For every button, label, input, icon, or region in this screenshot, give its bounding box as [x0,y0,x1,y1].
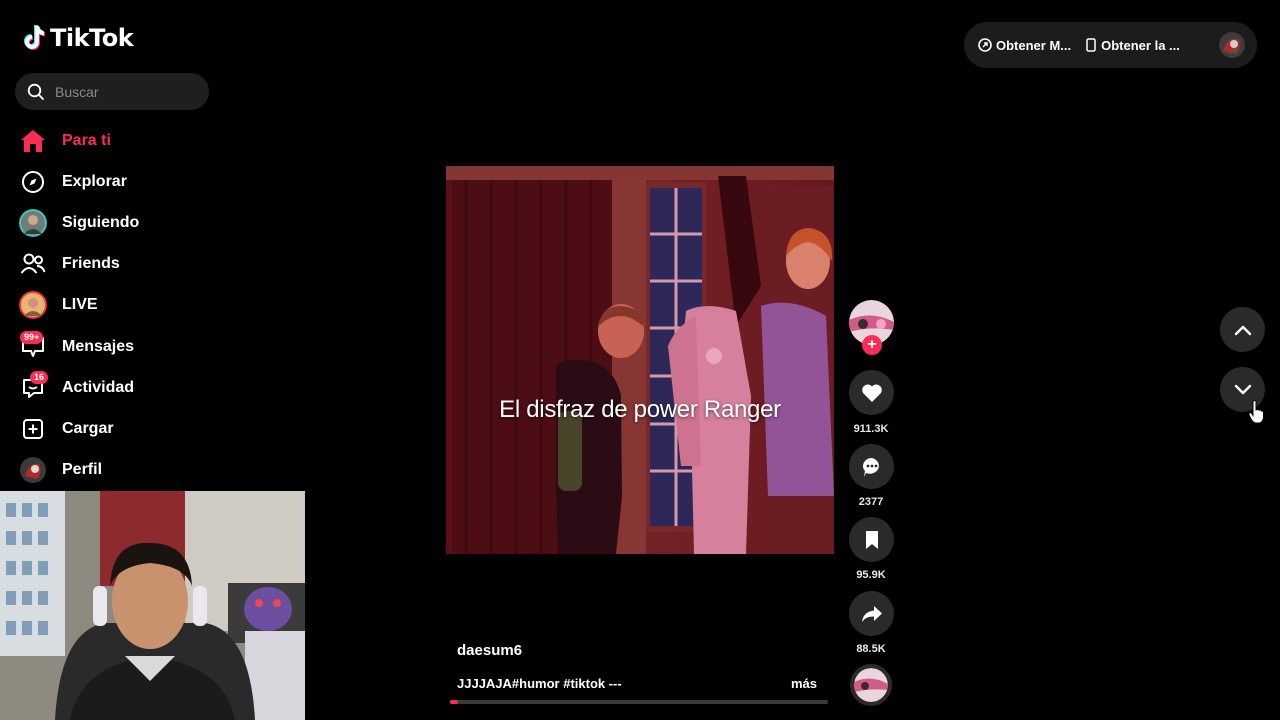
sidebar-item-label: Siguiendo [62,213,140,231]
home-icon [18,126,48,156]
live-avatar [18,290,48,320]
like-button[interactable] [849,370,894,415]
share-button[interactable] [849,591,894,636]
get-coins-label: Obtener M... [996,37,1072,53]
sidebar-item-label: Explorar [62,172,127,190]
sidebar-item-para-ti[interactable]: Para ti [18,120,218,161]
sidebar-nav: Para ti Explorar Siguiendo Friends LIVE … [18,120,218,491]
video-caption: El disfraz de power Ranger [499,396,781,423]
sidebar-item-actividad[interactable]: 16 Actividad [18,367,218,408]
webcam-image [0,491,305,720]
compass-icon [18,167,48,197]
search-icon [27,83,44,100]
plus-square-icon [18,414,48,444]
chevron-up-icon [1234,325,1251,335]
sidebar-item-cargar[interactable]: Cargar [18,408,218,449]
sidebar-item-siguiendo[interactable]: Siguiendo [18,202,218,243]
sidebar-item-label: LIVE [62,296,98,314]
like-count: 911.3K [853,423,889,435]
logo-text: TikTok [50,24,134,52]
heart-icon [861,383,882,402]
video-description: JJJJAJA#humor #tiktok --- [457,676,622,691]
phone-icon [1086,38,1096,52]
tiktok-note-icon [24,25,45,50]
more-button[interactable]: más [791,676,817,691]
video-player[interactable]: El disfraz de power Ranger [446,166,834,554]
activity-badge: 16 [30,370,49,384]
hand-cursor-icon [1248,400,1264,424]
video-author[interactable]: daesum6 [457,642,522,659]
message-icon: 99+ [18,330,48,362]
search-box[interactable] [15,73,209,110]
friends-icon [18,249,48,279]
sidebar-item-label: Cargar [62,419,114,437]
tiktok-logo[interactable]: TikTok [22,24,134,52]
message-badge: 99+ [20,330,44,344]
video-frame [446,166,834,554]
bookmark-icon [865,530,878,549]
share-count: 88.5K [856,643,886,655]
comment-count: 2377 [858,496,884,508]
sidebar-item-label: Perfil [62,461,103,479]
sidebar-item-mensajes[interactable]: 99+ Mensajes [18,326,218,367]
sidebar-item-explorar[interactable]: Explorar [18,161,218,202]
save-button[interactable] [849,517,894,562]
get-app-label: Obtener la ... [1101,37,1180,53]
sidebar-item-label: Para ti [62,131,111,149]
sidebar-item-friends[interactable]: Friends [18,244,218,285]
coin-icon [978,38,992,52]
inbox-icon: 16 [18,370,49,403]
profile-avatar [18,455,48,485]
video-progress-bar[interactable] [450,700,828,704]
music-disc[interactable] [850,664,892,706]
sidebar-item-label: Actividad [62,378,135,396]
webcam-overlay [0,491,305,720]
sidebar-item-label: Mensajes [62,337,135,355]
chevron-down-icon [1234,384,1251,394]
following-avatar [18,208,48,238]
comment-icon [862,457,879,477]
get-app-button[interactable]: Obtener la ... [1085,38,1180,53]
save-count: 95.9K [856,569,886,581]
sidebar-item-perfil[interactable]: Perfil [18,450,218,491]
previous-video-button[interactable] [1220,307,1265,352]
header-actions: Obtener M... Obtener la ... [964,22,1257,68]
sidebar-item-label: Friends [62,255,120,273]
search-input[interactable] [55,83,195,100]
sidebar-item-live[interactable]: LIVE [18,285,218,326]
share-icon [861,605,882,622]
video-progress-fill [450,700,458,704]
comment-button[interactable] [849,444,894,489]
user-avatar[interactable] [1219,32,1245,58]
get-coins-button[interactable]: Obtener M... [978,38,1071,53]
follow-plus-button[interactable]: + [862,335,882,355]
